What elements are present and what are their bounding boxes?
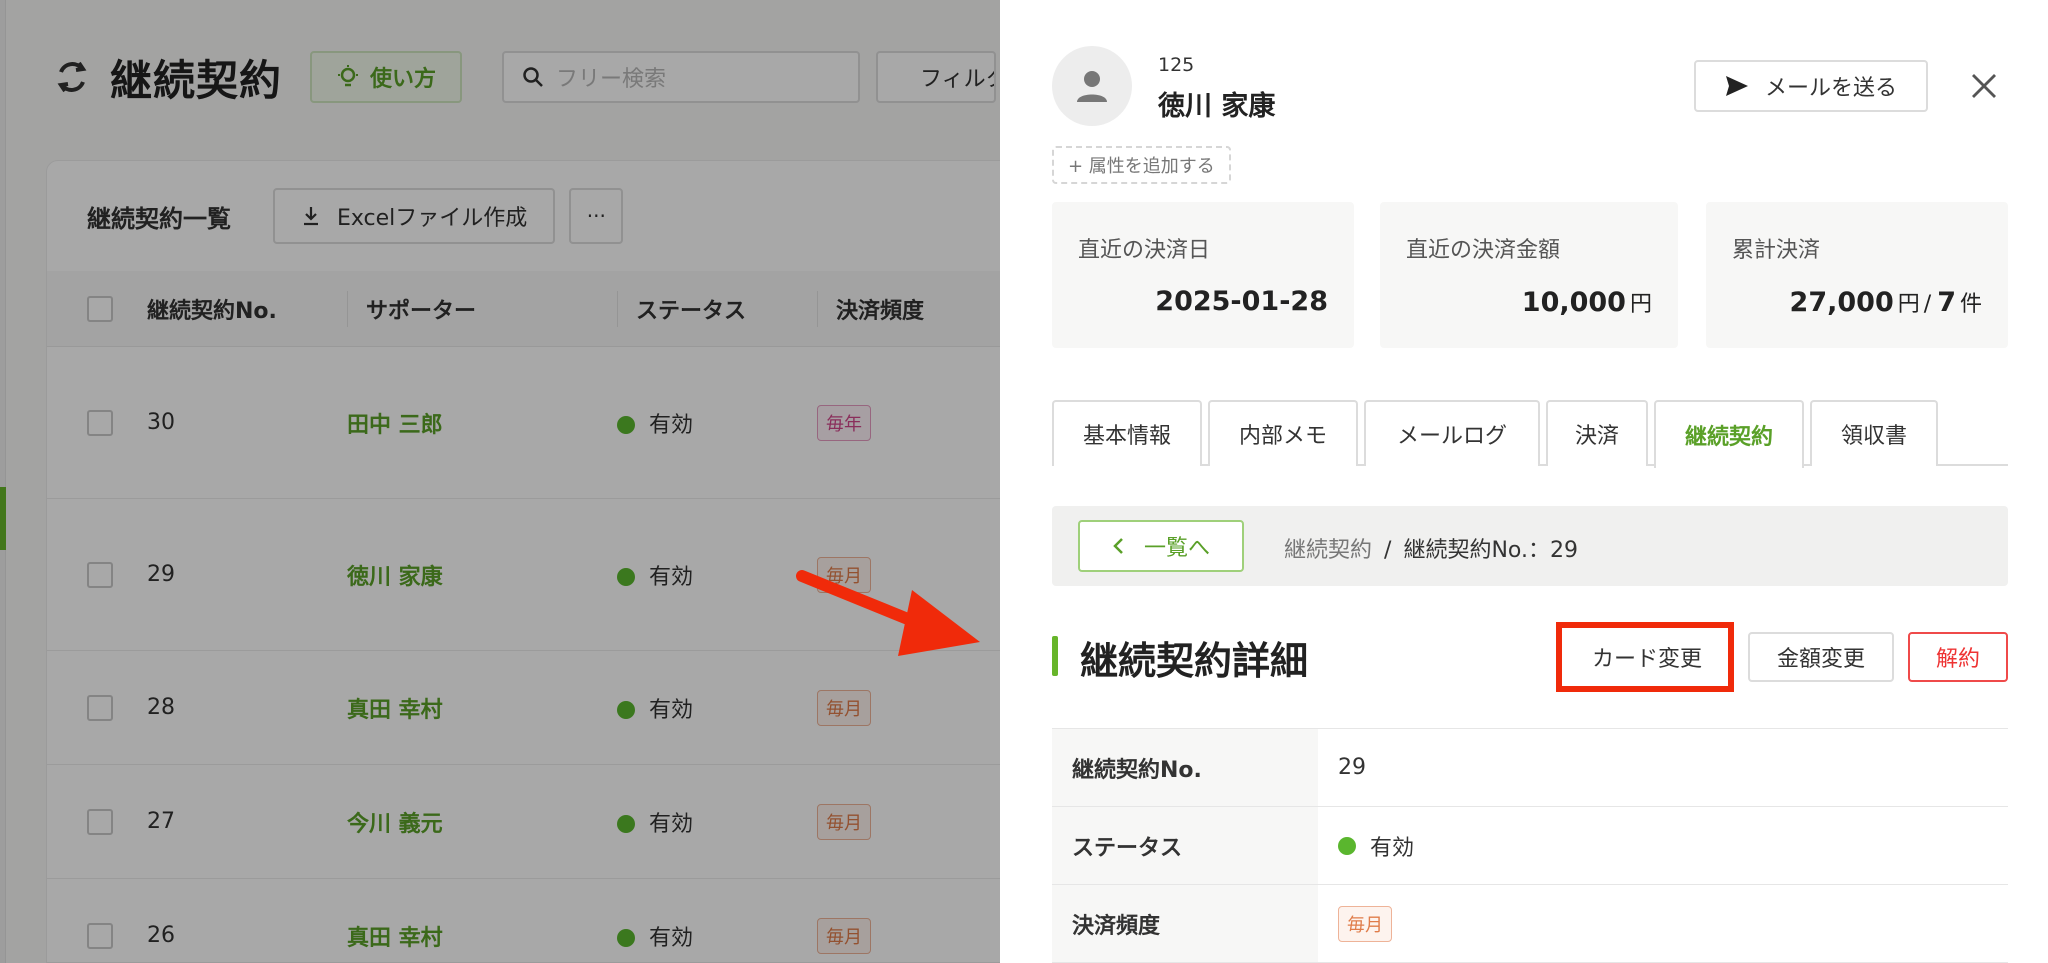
stat-last-amount-value: 10,000 [1521,287,1626,318]
add-attribute-button[interactable]: + 属性を追加する [1052,146,1231,184]
stat-total-label: 累計決済 [1732,238,1821,263]
back-to-list-button[interactable]: 一覧へ [1078,520,1244,572]
breadcrumb-separator: / [1384,538,1392,563]
stat-last-amount-label: 直近の決済金額 [1406,238,1561,263]
detail-value: 有効 [1370,835,1415,861]
stat-last-amount: 直近の決済金額 10,000 円 [1380,202,1678,348]
section-title: 継続契約詳細 [1080,639,1309,683]
stat-total-value: 27,000 [1789,287,1894,318]
stat-last-date: 直近の決済日 2025-01-28 [1052,202,1354,348]
detail-table: 継続契約No. 29 ステータス 有効 決済頻度 毎月 [1052,728,2008,963]
detail-row-no: 継続契約No. 29 [1052,729,2008,807]
close-button[interactable] [1964,66,2004,106]
detail-row-frequency: 決済頻度 毎月 [1052,885,2008,963]
send-mail-button[interactable]: メールを送る [1694,60,1928,112]
user-icon [1077,71,1107,102]
back-to-list-label: 一覧へ [1143,536,1210,561]
tab-recurring-contract[interactable]: 継続契約 [1654,400,1804,468]
stat-last-amount-value-wrap: 10,000 円 [1522,286,1652,318]
section-accent-bar [1052,636,1058,676]
breadcrumb-current: 継続契約No.：29 [1403,538,1578,563]
modal-overlay[interactable] [0,0,1000,963]
annotation-highlight-box [1556,622,1734,692]
tab-mail-log[interactable]: メールログ [1364,400,1540,466]
amount-change-button[interactable]: 金額変更 [1748,632,1894,682]
chevron-left-icon [1113,538,1123,554]
detail-label: 継続契約No. [1052,729,1318,806]
drawer-tabs: 基本情報 内部メモ メールログ 決済 継続契約 領収書 [1052,400,2008,468]
frequency-badge: 毎月 [1338,905,1392,942]
detail-row-status: ステータス 有効 [1052,807,2008,885]
yen-unit: 円 [1629,292,1652,317]
detail-value: 29 [1338,755,1366,780]
breadcrumb-bar: 一覧へ 継続契約 / 継続契約No.：29 [1052,506,2008,586]
stat-total-count: 7 [1937,287,1956,318]
stat-total: 累計決済 27,000 円/7 件 [1706,202,2008,348]
breadcrumb-link[interactable]: 継続契約 [1284,538,1372,563]
detail-label: ステータス [1052,807,1318,884]
tab-payment[interactable]: 決済 [1546,400,1648,466]
yen-unit: 円 [1897,292,1920,317]
stat-last-date-label: 直近の決済日 [1078,238,1211,263]
close-icon [1972,74,1996,98]
stat-total-value-wrap: 27,000 円/7 件 [1790,286,1982,318]
stat-last-date-value: 2025-01-28 [1155,286,1328,317]
avatar [1052,46,1132,126]
status-dot [1338,836,1356,855]
send-mail-label: メールを送る [1764,76,1897,101]
send-icon [1725,76,1748,96]
breadcrumb: 継続契約 / 継続契約No.：29 [1284,532,1578,564]
tab-receipt[interactable]: 領収書 [1810,400,1938,466]
count-unit: 件 [1959,292,1982,317]
supporter-id: 125 [1158,54,1195,76]
supporter-drawer: 125 徳川 家康 メールを送る + 属性を追加する 直近の決済日 2025-0… [1000,0,2048,963]
tab-internal-memo[interactable]: 内部メモ [1208,400,1358,466]
slash: / [1923,292,1932,317]
supporter-name: 徳川 家康 [1158,91,1276,122]
tab-basic-info[interactable]: 基本情報 [1052,400,1202,466]
cancel-contract-button[interactable]: 解約 [1908,632,2008,682]
annotation-arrow-icon [796,570,980,656]
detail-label: 決済頻度 [1052,885,1318,962]
